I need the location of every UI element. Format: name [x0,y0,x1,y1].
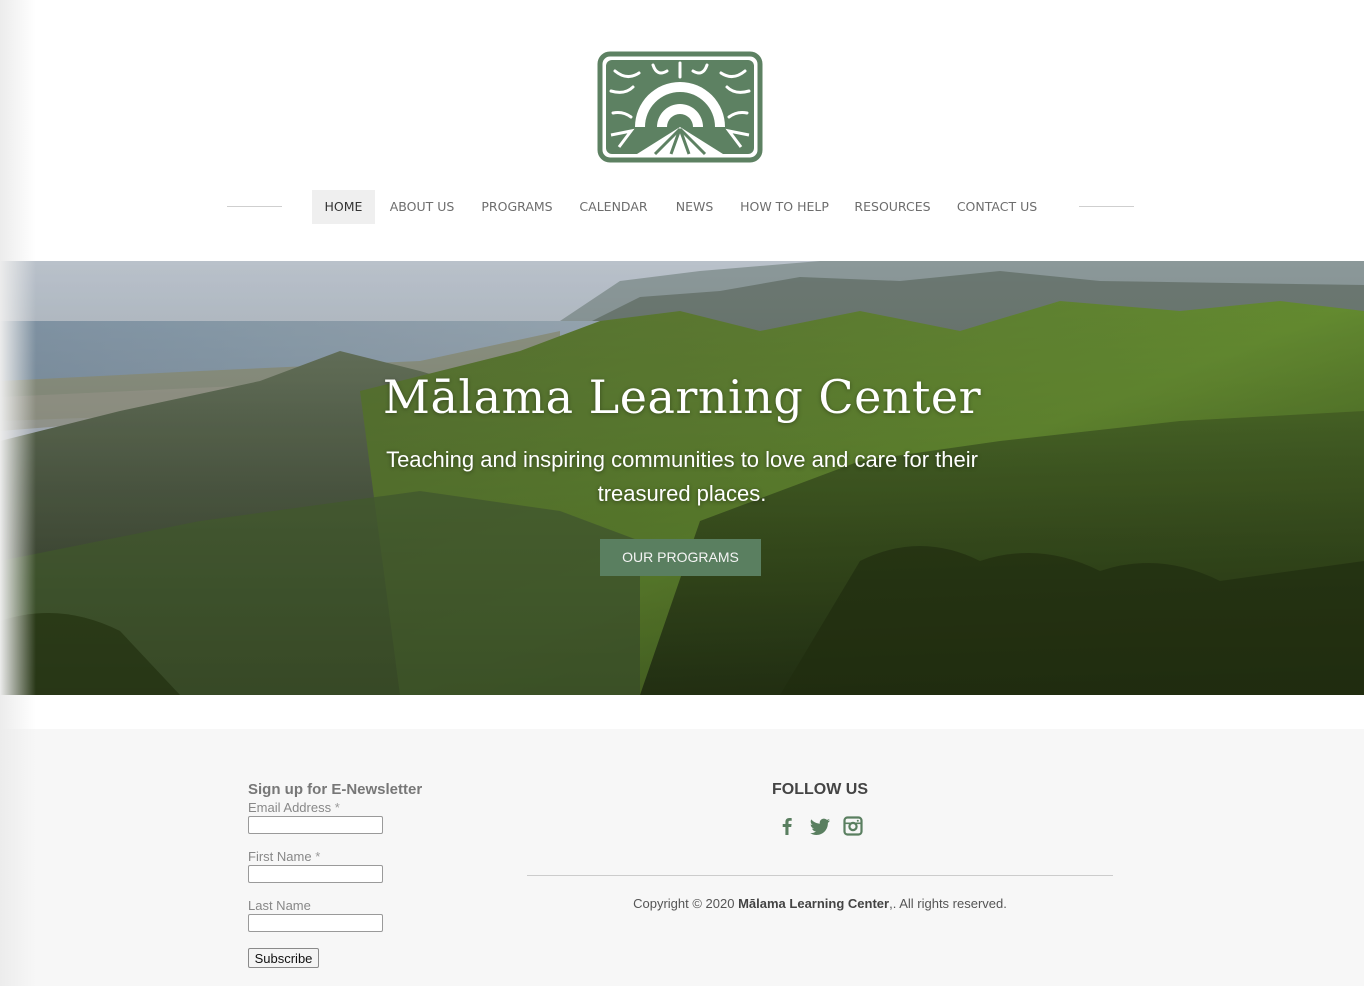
nav-divider-left [227,206,282,207]
nav-item-home[interactable]: HOME [312,190,375,224]
first-name-label: First Name * [248,849,320,864]
last-name-label-text: Last Name [248,898,311,913]
hero-subtitle: Teaching and inspiring communities to lo… [386,447,978,506]
email-field[interactable] [248,816,383,834]
first-name-label-text: First Name [248,849,312,864]
email-label: Email Address * [248,800,340,815]
our-programs-button[interactable]: OUR PROGRAMS [600,539,761,576]
nav-item-how-to-help[interactable]: HOW TO HELP [735,190,834,224]
required-mark: * [334,800,340,815]
twitter-icon[interactable] [808,814,832,838]
first-name-field[interactable] [248,865,383,883]
nav-divider-right [1079,206,1134,207]
footer-divider [527,875,1113,876]
facebook-icon[interactable] [775,814,799,838]
copyright-org: Mālama Learning Center [738,896,890,911]
nav-item-programs[interactable]: PROGRAMS [475,190,559,224]
newsletter-title: Sign up for E-Newsletter [248,781,423,798]
email-label-text: Email Address [248,800,332,815]
instagram-icon[interactable] [841,814,865,838]
page: HOME ABOUT US PROGRAMS CALENDAR NEWS HOW… [0,0,1364,986]
nav-item-resources[interactable]: RESOURCES [848,190,937,224]
last-name-field[interactable] [248,914,383,932]
nav-item-about-us[interactable]: ABOUT US [383,190,461,224]
nav-item-news[interactable]: NEWS [668,190,721,224]
site-logo[interactable] [597,51,763,163]
main-nav: HOME ABOUT US PROGRAMS CALENDAR NEWS HOW… [0,190,1364,224]
follow-us-title: FOLLOW US [772,781,868,798]
copyright-text: Copyright © 2020 Mālama Learning Center,… [527,896,1113,911]
required-mark: * [315,849,321,864]
nav-item-contact-us[interactable]: CONTACT US [951,190,1043,224]
last-name-label: Last Name [248,898,311,913]
hero-title: Mālama Learning Center [382,370,982,424]
nav-item-calendar[interactable]: CALENDAR [573,190,654,224]
subscribe-button[interactable]: Subscribe [248,948,319,968]
copyright-prefix: Copyright © 2020 [633,896,739,911]
footer [0,729,1364,986]
copyright-suffix: ,. All rights reserved. [889,896,1007,911]
